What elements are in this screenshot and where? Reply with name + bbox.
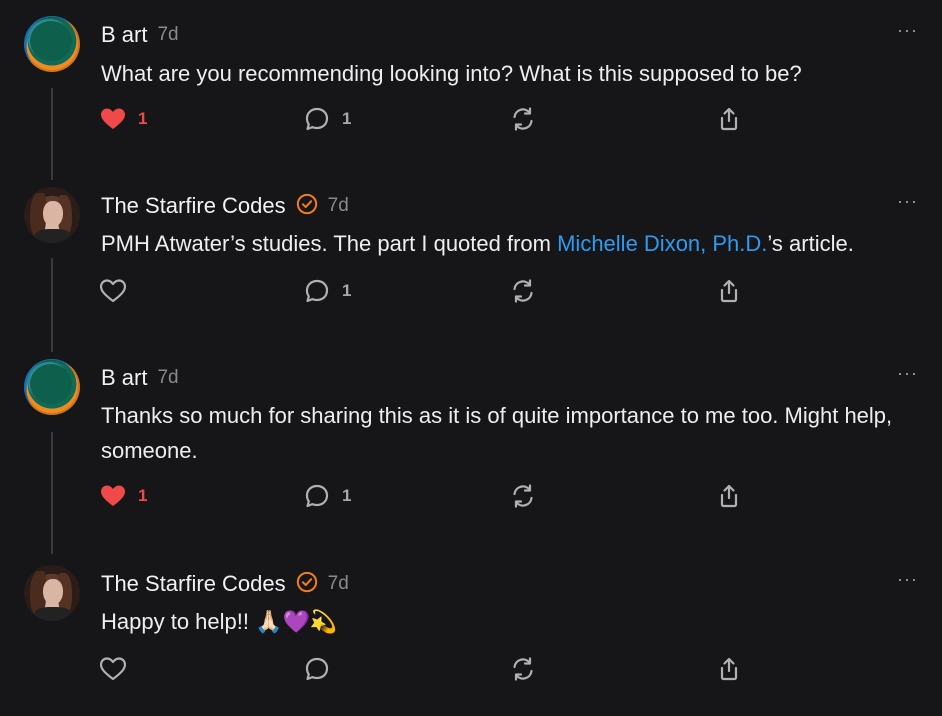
- verified-badge-icon: [296, 571, 318, 598]
- comment-icon: [304, 656, 330, 682]
- avatar[interactable]: [24, 359, 80, 415]
- share-icon: [716, 106, 742, 132]
- author-name[interactable]: B art: [101, 22, 147, 48]
- comment-icon: [304, 278, 330, 304]
- share-button[interactable]: [716, 104, 742, 134]
- reply-button[interactable]: 1: [304, 276, 351, 306]
- restack-button[interactable]: [510, 654, 536, 684]
- heart-icon: [100, 107, 126, 131]
- reply-count: 1: [342, 486, 352, 505]
- share-button[interactable]: [716, 276, 742, 306]
- action-bar: 1: [100, 276, 760, 306]
- timestamp[interactable]: 7d: [328, 195, 349, 217]
- comment-header: The Starfire Codes 7d: [101, 569, 349, 599]
- like-button[interactable]: [100, 654, 126, 684]
- verified-badge-icon: [296, 193, 318, 220]
- like-count: 1: [138, 486, 148, 505]
- comment-text: Thanks so much for sharing this as it is…: [101, 403, 893, 463]
- action-bar: 1 1: [100, 481, 760, 511]
- avatar[interactable]: [24, 565, 80, 621]
- heart-icon: [100, 279, 126, 303]
- comment-text-part: ’s article.: [767, 231, 854, 256]
- comment-icon: [304, 483, 330, 509]
- restack-icon: [510, 656, 536, 682]
- timestamp[interactable]: 7d: [157, 24, 178, 46]
- avatar[interactable]: [24, 187, 80, 243]
- like-button[interactable]: 1: [100, 481, 147, 511]
- comment-text: Happy to help!! 🙏🏻💜💫: [101, 609, 338, 634]
- reply-button[interactable]: 1: [304, 104, 351, 134]
- thread-line: [51, 88, 53, 180]
- restack-button[interactable]: [510, 276, 536, 306]
- reply-button[interactable]: [304, 654, 330, 684]
- reply-count: 1: [342, 281, 352, 300]
- restack-icon: [510, 483, 536, 509]
- heart-icon: [100, 484, 126, 508]
- more-icon[interactable]: ···: [897, 569, 918, 590]
- author-name[interactable]: The Starfire Codes: [101, 193, 286, 219]
- timestamp[interactable]: 7d: [328, 573, 349, 595]
- restack-icon: [510, 106, 536, 132]
- reply-count: 1: [342, 109, 352, 128]
- reply-button[interactable]: 1: [304, 481, 351, 511]
- action-bar: [100, 654, 760, 684]
- share-button[interactable]: [716, 654, 742, 684]
- timestamp[interactable]: 7d: [157, 367, 178, 389]
- avatar[interactable]: [24, 16, 80, 72]
- comment-header: The Starfire Codes 7d: [101, 191, 349, 221]
- share-icon: [716, 278, 742, 304]
- author-name[interactable]: B art: [101, 365, 147, 391]
- comment-header: B art 7d: [101, 20, 179, 50]
- comment-icon: [304, 106, 330, 132]
- comment-text-part: PMH Atwater’s studies. The part I quoted…: [101, 231, 558, 256]
- heart-icon: [100, 657, 126, 681]
- restack-button[interactable]: [510, 481, 536, 511]
- author-name[interactable]: The Starfire Codes: [101, 571, 286, 597]
- thread-line: [51, 258, 53, 352]
- action-bar: 1 1: [100, 104, 760, 134]
- comment-header: B art 7d: [101, 363, 179, 393]
- comment-text: PMH Atwater’s studies. The part I quoted…: [101, 226, 916, 261]
- more-icon[interactable]: ···: [897, 20, 918, 41]
- restack-icon: [510, 278, 536, 304]
- mention-link[interactable]: Michelle Dixon, Ph.D.: [557, 231, 767, 256]
- more-icon[interactable]: ···: [897, 191, 918, 212]
- thread-line: [51, 432, 53, 554]
- share-icon: [716, 483, 742, 509]
- more-icon[interactable]: ···: [897, 363, 918, 384]
- like-count: 1: [138, 109, 148, 128]
- like-button[interactable]: 1: [100, 104, 147, 134]
- comment-text: What are you recommending looking into? …: [101, 61, 802, 86]
- share-button[interactable]: [716, 481, 742, 511]
- restack-button[interactable]: [510, 104, 536, 134]
- share-icon: [716, 656, 742, 682]
- like-button[interactable]: [100, 276, 126, 306]
